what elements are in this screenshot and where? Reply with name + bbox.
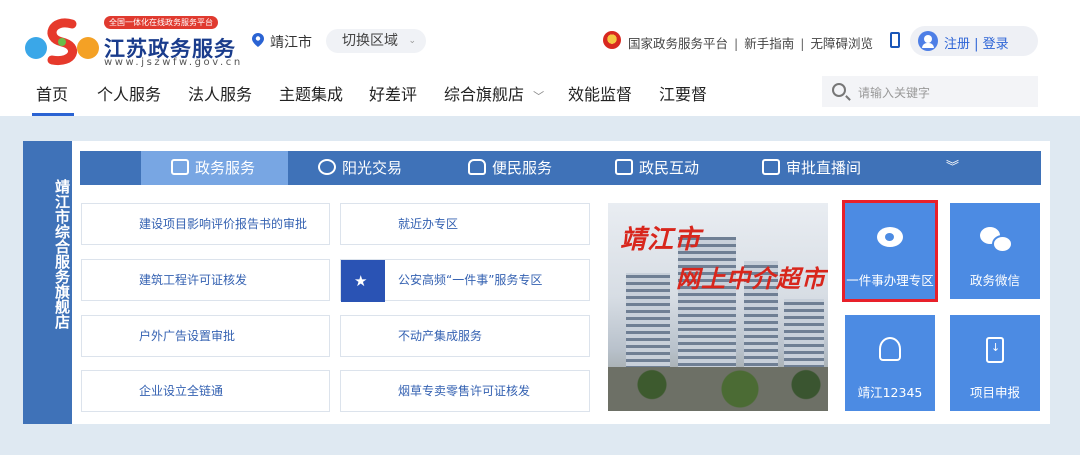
service-item[interactable]: 公安高频“一件事”服务专区 (340, 259, 590, 302)
location-pin-icon (252, 33, 264, 47)
link-beginner-guide[interactable]: 新手指南 (744, 33, 794, 52)
nav-item-legal[interactable]: 法人服务 (188, 81, 252, 105)
tab-label: 审批直播间 (786, 159, 862, 177)
tile-label: 一件事办理专区 (846, 273, 934, 288)
nav-item-supervision[interactable]: 效能监督 (568, 81, 632, 105)
mobile-icon[interactable] (890, 32, 900, 48)
wechat-tile[interactable]: 政务微信 (950, 203, 1040, 299)
chevron-down-icon: ﹀ (533, 90, 545, 103)
nav-item-theme[interactable]: 主题集成 (279, 81, 343, 105)
tab-government-service[interactable]: 政务服务 (141, 151, 288, 185)
service-label: 烟草专卖零售许可证核发 (398, 384, 531, 398)
platform-badge: 全国一体化在线政务服务平台 (104, 16, 218, 29)
switch-region-label: 切换区域 (342, 33, 398, 49)
search-input[interactable]: 请输入关键字 (822, 76, 1038, 107)
service-label: 不动产集成服务 (398, 329, 483, 343)
store-title-bar: 靖江市综合服务旗舰店 (23, 141, 72, 424)
service-label: 户外广告设置审批 (139, 329, 236, 343)
bag-icon (468, 159, 486, 175)
service-label: 公安高频“一件事”服务专区 (398, 273, 543, 287)
divider: | (800, 36, 805, 51)
hotline-tile[interactable]: 靖江12345 (845, 315, 935, 411)
mobile-download-icon (986, 337, 1004, 363)
user-icon (918, 31, 938, 51)
service-item[interactable]: 户外广告设置审批 (81, 315, 330, 357)
current-city: 靖江市 (270, 35, 312, 51)
document-icon (171, 159, 189, 175)
tab-label: 阳光交易 (342, 159, 403, 177)
login-button[interactable]: 注册 | 登录 (910, 26, 1038, 56)
store-tabs: 政务服务 阳光交易 便民服务 政民互动 审批直播间 ︾ (80, 151, 1041, 185)
service-item[interactable]: 企业设立全链通 (81, 370, 330, 412)
site-header: 全国一体化在线政务服务平台 江苏政务服务 www.jszwfw.gov.cn 靖… (0, 0, 1080, 116)
nav-item-flagship[interactable]: 综合旗舰店 ﹀ (444, 81, 544, 105)
chat-icon (615, 159, 633, 175)
hotline-icon (879, 337, 901, 361)
chevron-down-icon: ⌄ (408, 36, 416, 46)
national-emblem-icon (603, 31, 621, 49)
expand-tabs-icon[interactable]: ︾ (946, 151, 959, 185)
link-accessibility[interactable]: 无障碍浏览 (810, 33, 873, 52)
link-national-platform[interactable]: 国家政务服务平台 (628, 33, 728, 52)
nav-item-home[interactable]: 首页 (36, 81, 68, 105)
video-icon (762, 159, 780, 175)
active-nav-indicator (32, 113, 74, 116)
service-label: 建设项目影响评价报告书的审批 (139, 217, 308, 231)
tab-label: 政务服务 (195, 159, 256, 177)
store-title: 靖江市综合服务旗舰店 (53, 179, 71, 329)
tab-label: 政民互动 (639, 159, 700, 177)
tab-convenience[interactable]: 便民服务 (468, 151, 552, 185)
service-item[interactable]: 烟草专卖零售许可证核发 (340, 370, 590, 412)
banner-market-text: 网上中介超市 (676, 264, 826, 293)
search-icon[interactable] (832, 83, 846, 97)
divider: | (734, 36, 739, 51)
nav-item-flagship-label: 综合旗舰店 (444, 85, 525, 104)
wechat-icon (980, 227, 1013, 253)
tab-label: 便民服务 (492, 159, 553, 177)
tab-live-approval[interactable]: 审批直播间 (762, 151, 861, 185)
search-placeholder: 请输入关键字 (858, 86, 931, 100)
nav-item-review[interactable]: 好差评 (369, 81, 417, 105)
handshake-icon (318, 159, 336, 175)
switch-region-button[interactable]: 切换区域 ⌄ (326, 29, 426, 53)
service-label: 企业设立全链通 (139, 384, 224, 398)
service-item[interactable]: 建设项目影响评价报告书的审批 (81, 203, 330, 245)
tab-interaction[interactable]: 政民互动 (615, 151, 699, 185)
project-declaration-tile[interactable]: 项目申报 (950, 315, 1040, 411)
weibo-icon (877, 227, 903, 247)
one-thing-tile[interactable]: 一件事办理专区 (842, 200, 938, 302)
tab-sunshine-trade[interactable]: 阳光交易 (318, 151, 402, 185)
service-item[interactable]: 就近办专区 (340, 203, 590, 245)
nav-item-personal[interactable]: 个人服务 (97, 81, 161, 105)
trees-shape (608, 367, 828, 411)
top-links: 国家政务服务平台 | 新手指南 | 无障碍浏览 (628, 33, 873, 52)
tile-label: 项目申报 (969, 385, 1020, 400)
intermediary-market-banner[interactable]: 靖江市 网上中介超市 (608, 203, 828, 411)
service-item[interactable]: 建筑工程许可证核发 (81, 259, 330, 301)
service-item[interactable]: 不动产集成服务 (340, 315, 590, 357)
site-url: www.jszwfw.gov.cn (104, 57, 243, 68)
nav-item-jiangyaodu[interactable]: 江要督 (659, 81, 707, 105)
login-label: 注册 | 登录 (944, 37, 1009, 52)
service-label: 建筑工程许可证核发 (139, 273, 248, 287)
police-badge-icon (341, 260, 385, 302)
tile-label: 政务微信 (969, 273, 1020, 288)
service-label: 就近办专区 (398, 217, 459, 231)
banner-city-text: 靖江市 (620, 225, 702, 255)
tile-label: 靖江12345 (857, 385, 923, 400)
logo-icon[interactable] (22, 16, 102, 68)
